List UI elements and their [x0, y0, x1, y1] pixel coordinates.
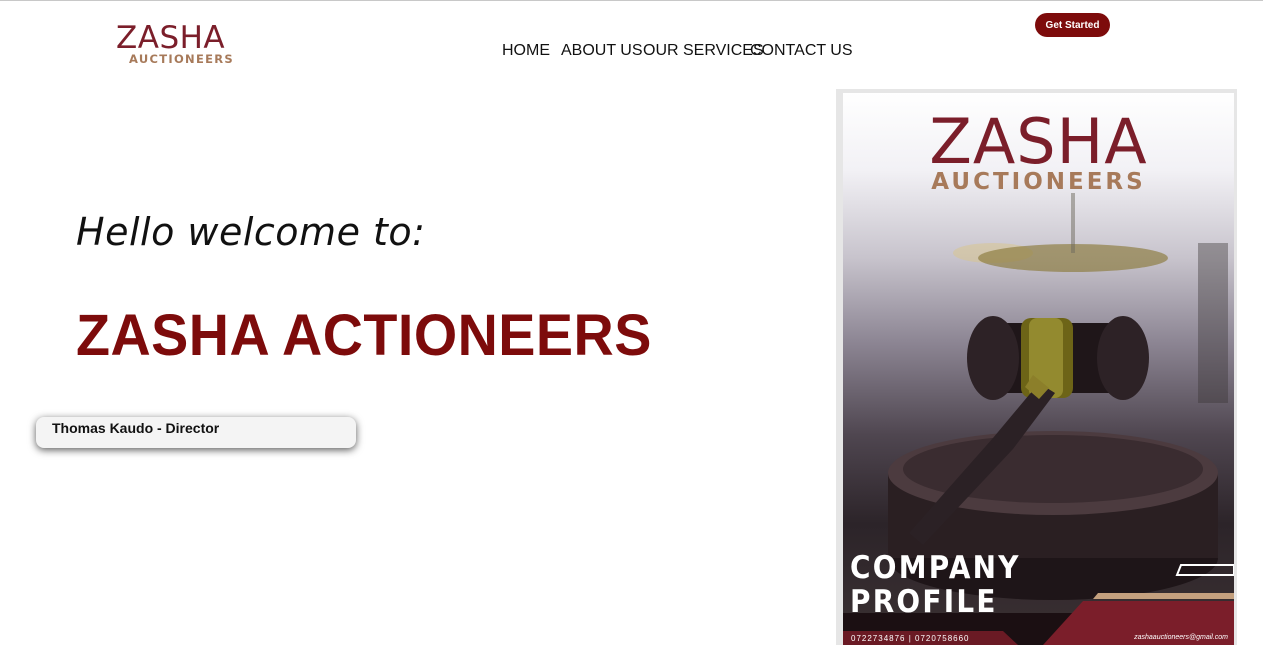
company-profile-image: ZASHA AUCTIONEERS COMPANY PROFILE 072273… [843, 93, 1234, 645]
company-profile-heading: COMPANY PROFILE [850, 551, 1021, 619]
brochure-logo-wordmark: ZASHA [929, 105, 1148, 178]
nav-home[interactable]: HOME [502, 42, 550, 60]
welcome-greeting: Hello welcome to: [76, 210, 426, 254]
nav-our-services[interactable]: OUR SERVICES [643, 42, 764, 60]
logo-wordmark: ZASHA [116, 20, 226, 56]
nav-about-us[interactable]: ABOUT US [561, 42, 643, 60]
nav-contact-us[interactable]: CONTACT US [750, 42, 853, 60]
get-started-button[interactable]: Get Started [1035, 13, 1110, 37]
profile-line-2: PROFILE [850, 584, 998, 620]
director-name: Thomas Kaudo - Director [52, 420, 220, 436]
hero-title: ZASHA ACTIONEERS [76, 303, 652, 368]
director-card: Thomas Kaudo - Director [36, 417, 356, 448]
brochure-email: zashaauctioneers@gmail.com [1134, 634, 1228, 641]
brochure-phone: 0722734876 | 0720758660 [851, 634, 970, 643]
brochure-logo-tagline: AUCTIONEERS [931, 169, 1146, 195]
site-logo[interactable]: ZASHA AUCTIONEERS [116, 20, 236, 68]
profile-line-1: COMPANY [850, 550, 1021, 586]
logo-tagline: AUCTIONEERS [129, 52, 234, 66]
top-divider [0, 0, 1263, 1]
